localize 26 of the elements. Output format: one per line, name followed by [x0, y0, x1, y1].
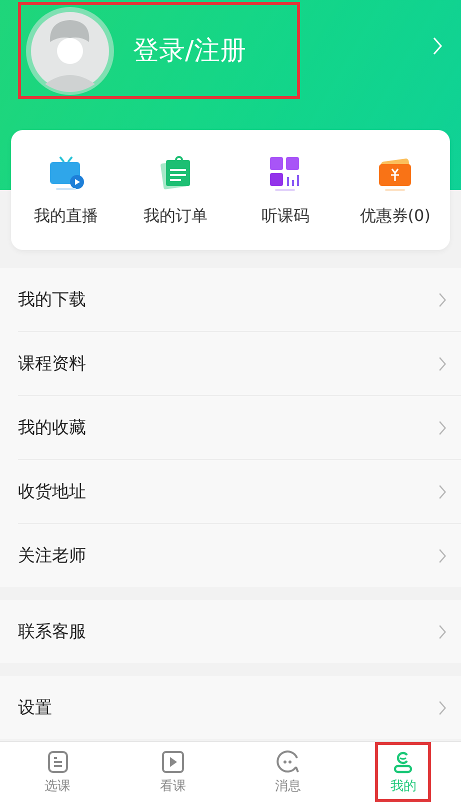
shortcut-item[interactable]: 优惠券(0)	[340, 154, 450, 226]
shortcut-item[interactable]: 听课码	[230, 154, 340, 226]
tab-item[interactable]: 消息	[260, 742, 316, 802]
menu-item[interactable]: 设置	[18, 696, 52, 719]
tab-item[interactable]: 看课	[144, 742, 201, 802]
chevron-right-icon	[438, 700, 447, 716]
chevron-right-icon	[438, 624, 447, 640]
chevron-right-icon	[438, 420, 447, 436]
tab-item[interactable]: 选课	[30, 742, 86, 802]
login-register-text: 登录/注册	[133, 35, 246, 68]
menu-item[interactable]: 联系客服	[18, 620, 86, 643]
menu-item[interactable]: 关注老师	[18, 544, 86, 567]
play-icon	[160, 749, 186, 775]
menu-item[interactable]: 我的收藏	[18, 416, 86, 439]
menu-item[interactable]: 我的下载	[18, 288, 86, 311]
chevron-right-icon	[438, 548, 447, 564]
chevron-right-icon	[438, 484, 447, 500]
avatar-icon	[25, 6, 115, 96]
shortcut-item[interactable]: 我的直播	[11, 154, 121, 226]
shortcut-item[interactable]: 我的订单	[120, 154, 230, 226]
chevron-right-icon	[438, 292, 447, 308]
chevron-right-icon	[438, 356, 447, 372]
chevron-right-icon	[432, 36, 443, 56]
menu-item[interactable]: 课程资料	[18, 352, 86, 375]
menu-item[interactable]: 收货地址	[18, 480, 86, 503]
chat-bubble-icon	[275, 749, 302, 775]
